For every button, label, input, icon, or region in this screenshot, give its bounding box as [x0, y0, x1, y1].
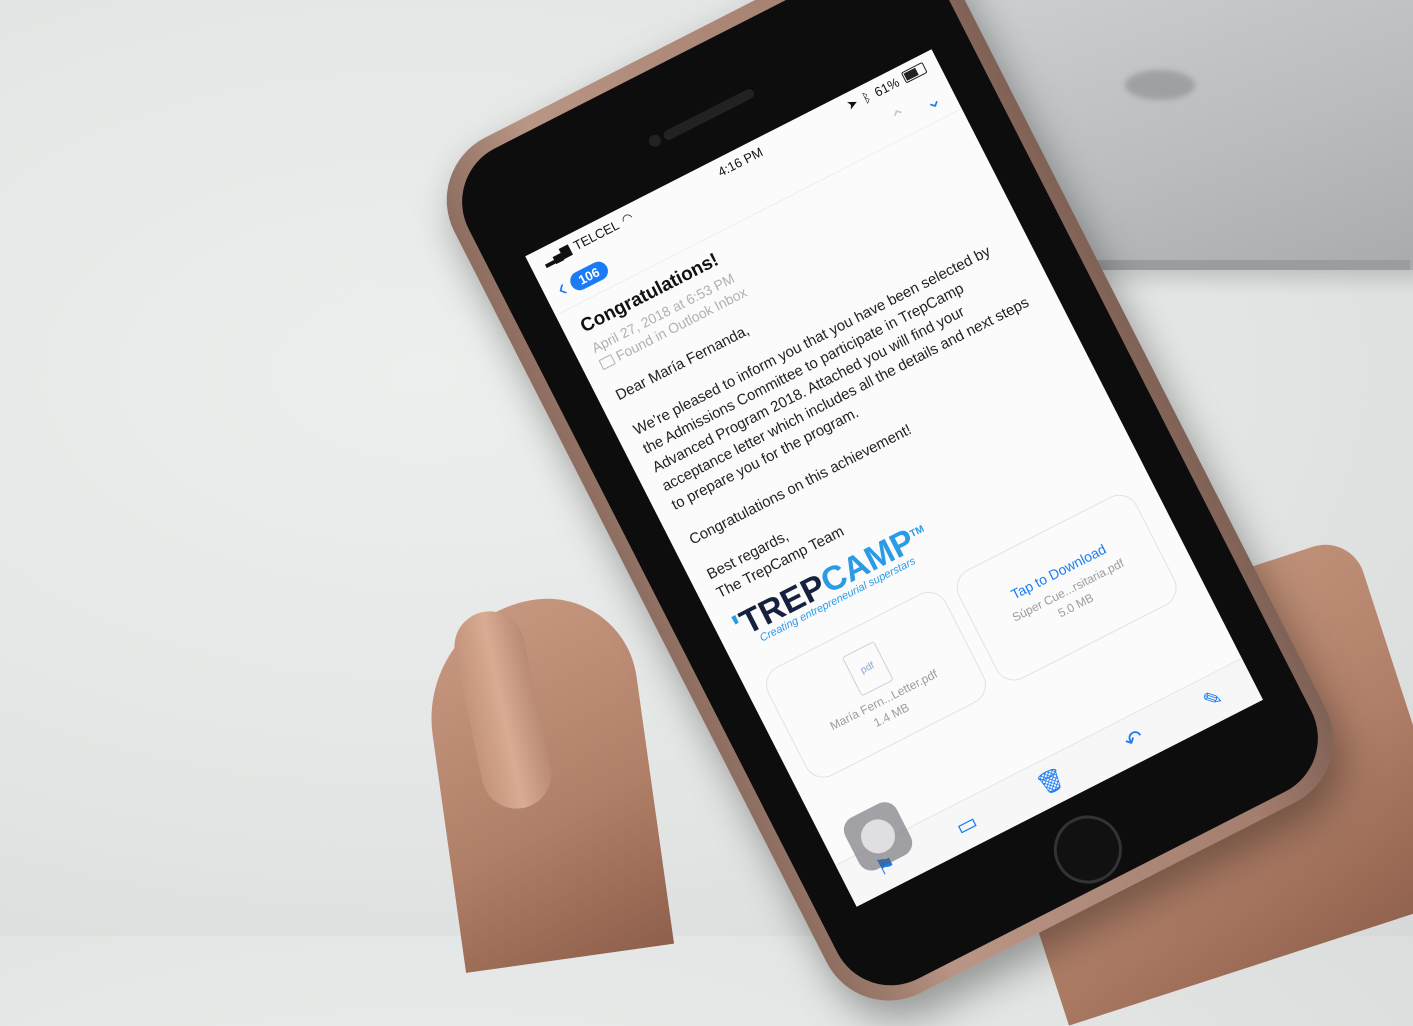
reply-icon[interactable]: ↶ [1120, 724, 1148, 756]
chevron-up-icon[interactable]: ⌃ [887, 102, 913, 132]
front-camera-icon [646, 132, 664, 149]
location-icon: ➤ [844, 94, 861, 113]
bluetooth-icon: ᛒ [859, 88, 874, 106]
apple-logo-icon [1125, 70, 1195, 100]
folder-icon[interactable]: ▭ [952, 809, 982, 842]
trash-icon[interactable]: 🗑 [1033, 764, 1070, 800]
pdf-file-icon: pdf [841, 640, 894, 697]
chevron-down-icon[interactable]: ⌄ [919, 85, 945, 115]
battery-icon [900, 61, 928, 84]
unread-count-badge: 106 [566, 258, 611, 294]
speaker-grille [662, 87, 756, 142]
folder-small-icon [598, 353, 616, 370]
compose-icon[interactable]: ✎ [1199, 684, 1227, 716]
wifi-icon: ◠ [618, 209, 636, 228]
assistive-touch-ring [855, 813, 901, 860]
